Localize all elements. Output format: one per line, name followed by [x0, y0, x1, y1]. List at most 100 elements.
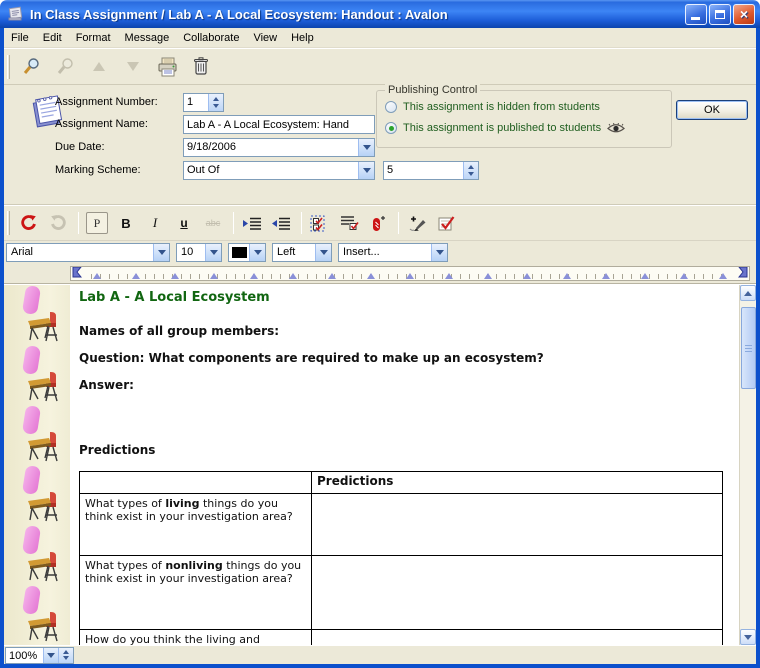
ruler-tab-marker: [641, 273, 649, 279]
zoom-control[interactable]: 100%: [5, 647, 74, 664]
zoom-value: 100%: [6, 648, 43, 663]
font-family-arrow-button[interactable]: [153, 244, 169, 261]
minimize-button[interactable]: [685, 4, 707, 25]
paragraph-button[interactable]: P: [86, 212, 108, 234]
marking-scheme-arrow-button[interactable]: [358, 162, 374, 179]
menu-edit[interactable]: Edit: [36, 30, 69, 46]
desk-icon: [24, 370, 62, 404]
out-of-stepper[interactable]: 5: [383, 161, 479, 180]
font-color-dropdown[interactable]: [228, 243, 266, 262]
desk-icon: [24, 610, 62, 644]
table-header-empty: [80, 472, 312, 494]
left-margin-marker[interactable]: [72, 267, 82, 281]
ok-button[interactable]: OK: [676, 100, 748, 120]
marking-scheme-dropdown[interactable]: Out Of: [183, 161, 375, 180]
outdent-button[interactable]: [270, 211, 292, 235]
indent-button[interactable]: [241, 211, 263, 235]
menu-format[interactable]: Format: [69, 30, 118, 46]
spin-down-icon: [468, 172, 474, 176]
checklist-select-button[interactable]: [309, 211, 331, 235]
insert-arrow-button[interactable]: [431, 244, 447, 261]
assignment-name-input[interactable]: [184, 116, 374, 133]
undo-button[interactable]: [18, 211, 40, 235]
table-question-cell: What types of living things do you think…: [80, 494, 312, 556]
table-answer-cell[interactable]: [312, 556, 723, 630]
toolbar-grip[interactable]: [7, 55, 10, 79]
right-margin-marker[interactable]: [738, 267, 748, 281]
ruler-tab-marker: [680, 273, 688, 279]
alignment-dropdown[interactable]: Left: [272, 243, 332, 262]
due-date-dropdown[interactable]: 9/18/2006: [183, 138, 375, 157]
ruler-tab-marker: [328, 273, 336, 279]
marker-button[interactable]: [367, 211, 389, 235]
desk-icon: [24, 490, 62, 524]
ruler-tab-marker: [523, 273, 531, 279]
window-frame: File Edit Format Message Collaborate Vie…: [0, 28, 760, 668]
next-button: [120, 54, 146, 80]
close-button[interactable]: ×: [733, 4, 755, 25]
radio-hidden-option[interactable]: This assignment is hidden from students: [385, 101, 600, 113]
assignment-name-field[interactable]: [183, 115, 375, 134]
chevron-down-icon: [47, 653, 55, 658]
search-button[interactable]: [18, 54, 44, 80]
font-color-arrow-button[interactable]: [249, 244, 265, 261]
radio-published-option[interactable]: This assignment is published to students: [385, 122, 625, 134]
print-button[interactable]: [154, 54, 180, 80]
menu-file[interactable]: File: [4, 30, 36, 46]
scroll-up-button[interactable]: [740, 285, 756, 301]
font-size-dropdown[interactable]: 10: [176, 243, 222, 262]
number-spin-buttons[interactable]: [208, 94, 223, 111]
desk-icon: [24, 430, 62, 464]
toolbar-grip[interactable]: [7, 211, 10, 235]
scroll-down-button[interactable]: [740, 629, 756, 645]
menu-bar: File Edit Format Message Collaborate Vie…: [4, 28, 756, 48]
radio-unselected-icon[interactable]: [385, 101, 397, 113]
add-pen-button[interactable]: [406, 211, 428, 235]
menu-help[interactable]: Help: [284, 30, 321, 46]
zoom-spin-buttons[interactable]: [58, 648, 73, 663]
spellcheck-button[interactable]: [435, 211, 457, 235]
delete-button[interactable]: [188, 54, 214, 80]
title-bar: In Class Assignment / Lab A - A Local Ec…: [0, 0, 760, 28]
radio-hidden-label: This assignment is hidden from students: [403, 101, 600, 113]
table-answer-cell[interactable]: [312, 630, 723, 646]
main-toolbar: [4, 48, 756, 85]
spin-up-icon: [63, 650, 69, 654]
assignment-form: Assignment Number: 1 Assignment Name: Du…: [4, 85, 756, 205]
menu-collaborate[interactable]: Collaborate: [176, 30, 246, 46]
checklist-lines-button[interactable]: [338, 211, 360, 235]
underline-button[interactable]: u: [173, 211, 195, 235]
predictions-table: Predictions What types of living things …: [79, 471, 723, 645]
italic-button[interactable]: I: [144, 211, 166, 235]
radio-selected-icon[interactable]: [385, 122, 397, 134]
document-body[interactable]: Lab A - A Local Ecosystem Names of all g…: [70, 285, 739, 645]
insert-dropdown[interactable]: Insert...: [338, 243, 448, 262]
assignment-number-stepper[interactable]: 1: [183, 93, 224, 112]
menu-view[interactable]: View: [246, 30, 284, 46]
alignment-arrow-button[interactable]: [315, 244, 331, 261]
vertical-scrollbar[interactable]: [739, 285, 756, 645]
out-of-spin-buttons[interactable]: [463, 162, 478, 179]
spellcheck-icon: [437, 215, 456, 232]
checklist-select-icon: [310, 215, 330, 232]
font-size-arrow-button[interactable]: [205, 244, 221, 261]
table-question-cell: How do you think the living and nonlivin…: [80, 630, 312, 646]
table-row: What types of nonliving things do you th…: [80, 556, 723, 630]
zoom-dropdown-button[interactable]: [43, 648, 58, 663]
ruler-tab-marker: [445, 273, 453, 279]
bold-button[interactable]: B: [115, 211, 137, 235]
stationery-border: [4, 285, 70, 645]
chevron-down-icon: [158, 250, 166, 255]
due-date-arrow-button[interactable]: [358, 139, 374, 156]
redo-button: [47, 211, 69, 235]
scrollbar-thumb[interactable]: [741, 307, 756, 389]
checklist-lines-icon: [339, 215, 359, 232]
spin-up-icon: [468, 165, 474, 169]
maximize-button[interactable]: [709, 4, 731, 25]
menu-message[interactable]: Message: [118, 30, 177, 46]
document-icon: [7, 6, 25, 22]
font-family-dropdown[interactable]: Arial: [6, 243, 170, 262]
strikethrough-button: abc: [202, 211, 224, 235]
ruler-tab-marker: [289, 273, 297, 279]
table-answer-cell[interactable]: [312, 494, 723, 556]
